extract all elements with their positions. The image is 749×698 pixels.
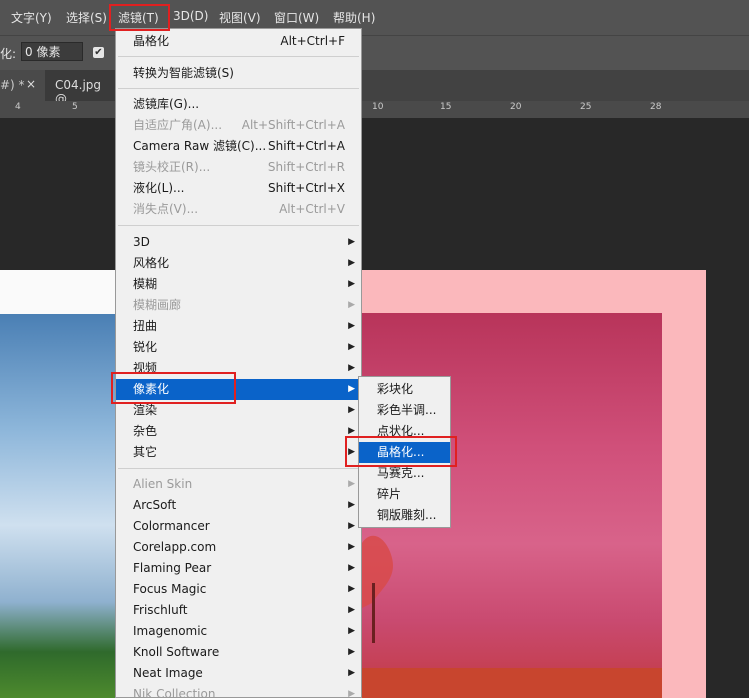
menu-item-blur[interactable]: 模糊 ▶	[116, 274, 361, 295]
feather-input[interactable]: 0 像素	[21, 42, 83, 61]
menu-item-blur-gallery: 模糊画廊 ▶	[116, 295, 361, 316]
doc-tab-1[interactable]: #) * ×	[0, 70, 45, 101]
menu-item-colormancer[interactable]: Colormancer ▶	[116, 516, 361, 537]
menu-item-frischluft[interactable]: Frischluft ▶	[116, 600, 361, 621]
antialias-checkbox[interactable]: ✔	[93, 47, 104, 58]
menu-separator	[118, 468, 359, 469]
menu-item-alien-skin: Alien Skin ▶	[116, 474, 361, 495]
submenu-item-mezzotint[interactable]: 铜版雕刻...	[359, 505, 450, 526]
document-tab-bar: #) * × C04.jpg @	[0, 70, 749, 106]
menu-help[interactable]: 帮助(H)	[333, 9, 375, 26]
menu-item-liquify[interactable]: 液化(L)... Shift+Ctrl+X	[116, 178, 361, 199]
options-bar: 化: 0 像素 ✔	[0, 35, 749, 70]
chevron-right-icon: ▶	[348, 405, 355, 415]
chevron-right-icon: ▶	[348, 542, 355, 552]
chevron-right-icon: ▶	[348, 479, 355, 489]
ruler-tick: 25	[580, 102, 592, 112]
menu-item-corelapp[interactable]: Corelapp.com ▶	[116, 537, 361, 558]
chevron-right-icon: ▶	[348, 279, 355, 289]
filter-menu: 晶格化 Alt+Ctrl+F 转换为智能滤镜(S) 滤镜库(G)... 自适应广角…	[115, 28, 362, 698]
feather-label: 化:	[0, 47, 17, 61]
chevron-right-icon: ▶	[348, 342, 355, 352]
chevron-right-icon: ▶	[348, 384, 355, 394]
menu-item-nik-collection: Nik Collection ▶	[116, 684, 361, 698]
menu-3d[interactable]: 3D(D)	[173, 9, 208, 23]
menu-item-distort[interactable]: 扭曲 ▶	[116, 316, 361, 337]
menu-item-camera-raw[interactable]: Camera Raw 滤镜(C)... Shift+Ctrl+A	[116, 136, 361, 157]
menu-item-vanishing-point: 消失点(V)... Alt+Ctrl+V	[133, 202, 345, 216]
canvas-sky-image	[0, 314, 115, 698]
menu-item-stylize[interactable]: 风格化 ▶	[116, 253, 361, 274]
chevron-right-icon: ▶	[348, 258, 355, 268]
ruler-tick: 20	[510, 102, 522, 112]
menu-item-lens-correction: 镜头校正(R)... Shift+Ctrl+R	[133, 160, 345, 174]
submenu-item-facet[interactable]: 彩块化	[359, 379, 450, 400]
chevron-right-icon: ▶	[348, 647, 355, 657]
menu-window[interactable]: 窗口(W)	[274, 9, 319, 26]
menu-item-neat-image[interactable]: Neat Image ▶	[116, 663, 361, 684]
menu-separator	[118, 225, 359, 226]
canvas-white-border	[0, 270, 115, 315]
annotation-box-crystallize	[345, 436, 457, 467]
doc-tab-2[interactable]: C04.jpg @	[45, 70, 115, 106]
ruler-tick: 5	[72, 102, 78, 112]
menu-item-imagenomic[interactable]: Imagenomic ▶	[116, 621, 361, 642]
menu-item-arcsoft[interactable]: ArcSoft ▶	[116, 495, 361, 516]
menu-select[interactable]: 选择(S)	[66, 9, 107, 26]
chevron-right-icon: ▶	[348, 300, 355, 310]
menu-view[interactable]: 视图(V)	[219, 9, 261, 26]
menu-item-last-filter[interactable]: 晶格化 Alt+Ctrl+F	[116, 31, 361, 52]
chevron-right-icon: ▶	[348, 363, 355, 373]
ruler-tick: 10	[372, 102, 384, 112]
chevron-right-icon: ▶	[348, 605, 355, 615]
menu-item-adaptive-wide-angle: 自适应广角(A)... Alt+Shift+Ctrl+A	[133, 118, 345, 132]
chevron-right-icon: ▶	[348, 668, 355, 678]
chevron-right-icon: ▶	[348, 321, 355, 331]
menu-item-other[interactable]: 其它 ▶	[116, 442, 361, 463]
annotation-box-pixelate	[111, 372, 236, 404]
chevron-right-icon: ▶	[348, 584, 355, 594]
menu-item-sharpen[interactable]: 锐化 ▶	[116, 337, 361, 358]
annotation-box-filter-menu	[109, 4, 170, 31]
menu-item-noise[interactable]: 杂色 ▶	[116, 421, 361, 442]
submenu-item-fragment[interactable]: 碎片	[359, 484, 450, 505]
ruler-tick: 28	[650, 102, 662, 112]
menu-item-filter-gallery[interactable]: 滤镜库(G)...	[116, 94, 361, 115]
menu-separator	[118, 56, 359, 57]
chevron-right-icon: ▶	[348, 563, 355, 573]
submenu-item-color-halftone[interactable]: 彩色半调...	[359, 400, 450, 421]
chevron-right-icon: ▶	[348, 689, 355, 698]
chevron-right-icon: ▶	[348, 626, 355, 636]
chevron-right-icon: ▶	[348, 521, 355, 531]
doc-tab-1-label: #) *	[0, 78, 25, 92]
menu-type[interactable]: 文字(Y)	[11, 9, 52, 26]
menu-item-convert-smart-filter[interactable]: 转换为智能滤镜(S)	[116, 63, 361, 84]
ruler-tick: 15	[440, 102, 452, 112]
ruler-tick: 4	[15, 102, 21, 112]
chevron-right-icon: ▶	[348, 500, 355, 510]
menu-separator	[118, 88, 359, 89]
close-icon[interactable]: ×	[26, 77, 36, 91]
chevron-right-icon: ▶	[348, 237, 355, 247]
horizontal-ruler: 4 5 10 15 20 25 28	[0, 101, 749, 119]
menu-item-knoll-software[interactable]: Knoll Software ▶	[116, 642, 361, 663]
menu-item-focus-magic[interactable]: Focus Magic ▶	[116, 579, 361, 600]
menu-item-3d[interactable]: 3D ▶	[116, 232, 361, 253]
menu-item-flaming-pear[interactable]: Flaming Pear ▶	[116, 558, 361, 579]
